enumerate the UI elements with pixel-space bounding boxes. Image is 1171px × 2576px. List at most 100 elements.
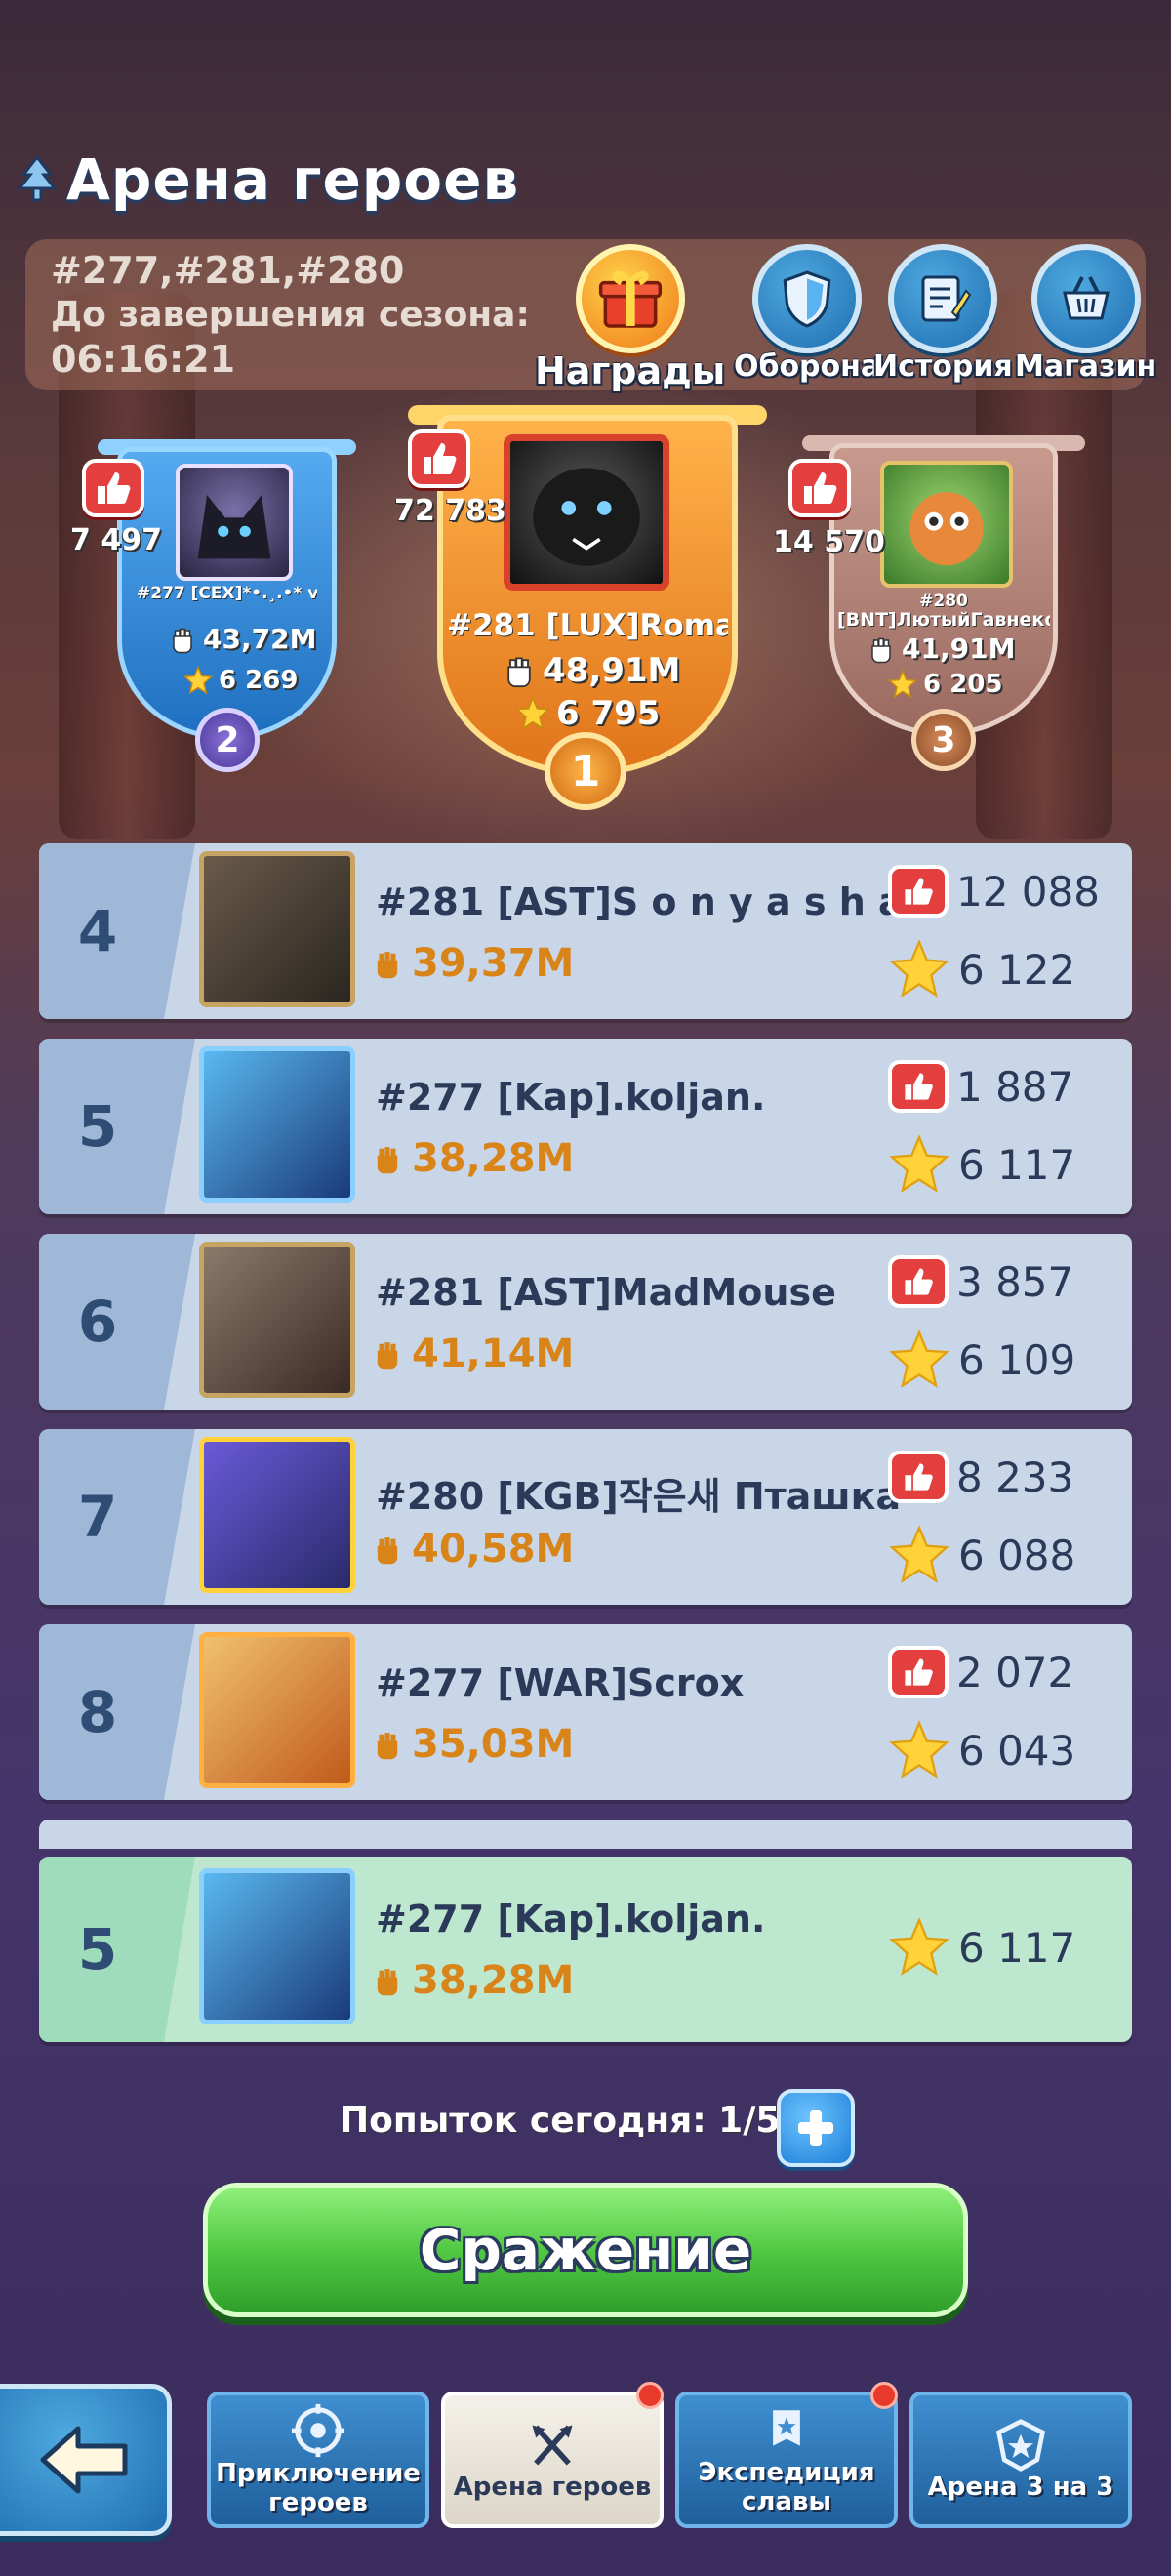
player-power: 39,37M: [371, 941, 574, 986]
thumbs-up-icon[interactable]: [888, 865, 949, 918]
player-name: #280 [KGB]작은새 Пташка: [376, 1475, 902, 1518]
like-button[interactable]: [408, 429, 470, 488]
star-icon: [183, 666, 213, 695]
attempts-label: Попыток сегодня: 1/5: [340, 2101, 781, 2141]
compass-icon: [291, 2403, 345, 2458]
table-row[interactable]: 4 #281 [AST]S o n y a s h a 39,37M 12 08…: [39, 843, 1132, 1019]
thumbs-up-icon[interactable]: [888, 1255, 949, 1308]
rating-group: 6 117: [888, 1134, 1075, 1195]
player-avatar: [880, 461, 1013, 588]
like-count: 8 233: [956, 1452, 1074, 1501]
rank-number: 5: [77, 1916, 118, 1983]
player-avatar: [176, 464, 293, 581]
player-power: 38,28M: [371, 1136, 574, 1181]
thumbs-up-icon[interactable]: [888, 1060, 949, 1113]
like-count: 72 783: [394, 494, 506, 528]
player-name: #281 [AST]S o n y a s h a: [376, 880, 904, 923]
server-list: #277,#281,#280: [51, 249, 405, 292]
rewards-button[interactable]: Награды: [535, 244, 725, 392]
player-avatar: [199, 1046, 355, 1203]
shop-label: Магазин: [1015, 349, 1157, 384]
player-power: 40,58M: [371, 1527, 574, 1572]
rating-value: 6 117: [958, 1140, 1076, 1189]
rank-number: 5: [77, 1093, 118, 1160]
player-rating: 6 269: [183, 666, 298, 695]
fist-icon: [377, 1733, 398, 1760]
table-row[interactable]: 6 #281 [AST]MadMouse 41,14M 3 857 6 109: [39, 1234, 1132, 1410]
thumbs-up-icon: [424, 443, 457, 474]
player-power: 48,91M: [502, 651, 680, 690]
fight-label: Сражение: [419, 2217, 752, 2283]
rank-number: 7: [77, 1484, 118, 1550]
player-avatar: [199, 1242, 355, 1398]
player-name: #281 [LUX]Roma: [447, 608, 728, 643]
star-icon: [889, 1917, 949, 1976]
like-count: 12 088: [956, 867, 1100, 916]
player-name: #277 [Kap].koljan.: [376, 1898, 766, 1941]
notification-dot: [870, 2382, 898, 2409]
rank-number: 4: [77, 898, 118, 964]
player-avatar: [504, 434, 669, 591]
rating-value: 6 117: [958, 1923, 1076, 1972]
star-icon: [889, 1134, 949, 1193]
like-button[interactable]: [82, 459, 144, 517]
gift-icon: [575, 244, 685, 353]
fist-icon: [377, 952, 398, 979]
fist-icon: [377, 1969, 398, 1996]
player-rating: 6 795: [515, 694, 660, 733]
like-count: 1 887: [956, 1062, 1074, 1111]
defense-label: Оборона: [734, 349, 881, 384]
history-button[interactable]: История: [873, 244, 1013, 384]
table-row[interactable]: 7 #280 [KGB]작은새 Пташка 40,58M 8 233 6 08…: [39, 1429, 1132, 1605]
table-row[interactable]: 8 #277 [WAR]Scrox 35,03M 2 072 6 043: [39, 1624, 1132, 1800]
player-power: 43,72M: [168, 623, 316, 655]
defense-button[interactable]: Оборона: [734, 244, 880, 384]
like-button[interactable]: [788, 459, 851, 517]
rewards-label: Награды: [535, 349, 726, 392]
rank-medal: 2: [195, 708, 260, 772]
basket-icon: [1030, 244, 1141, 353]
player-name: #277 [CEX]*•.¸.•* vTaNKe: [137, 584, 317, 603]
season-label: До завершения сезона:: [51, 295, 530, 335]
tab-hero-arena[interactable]: Арена героев: [441, 2392, 664, 2528]
thumbs-up-icon[interactable]: [888, 1451, 949, 1503]
like-count: 14 570: [773, 525, 885, 559]
thumbs-up-icon: [98, 472, 131, 504]
plus-icon: [798, 2110, 833, 2146]
fight-button[interactable]: Сражение: [203, 2183, 968, 2317]
emblem-icon: [995, 2419, 1046, 2472]
table-row[interactable]: 5 #277 [Kap].koljan. 38,28M 1 887 6 117: [39, 1039, 1132, 1214]
add-attempts-button[interactable]: [777, 2089, 855, 2167]
player-power: 35,03M: [371, 1722, 574, 1767]
thumbs-up-icon[interactable]: [888, 1646, 949, 1698]
like-group[interactable]: 1 887: [888, 1060, 1073, 1113]
rating-value: 6 109: [958, 1335, 1076, 1384]
arrow-left-icon: [40, 2426, 127, 2494]
player-avatar: [199, 1632, 355, 1788]
shop-button[interactable]: Магазин: [1015, 244, 1156, 384]
rating-value: 6 122: [958, 945, 1076, 994]
rank-medal: 1: [545, 732, 626, 810]
tab-hero-adventure[interactable]: Приключение героев: [207, 2392, 429, 2528]
fist-icon: [377, 1342, 398, 1370]
like-count: 2 072: [956, 1648, 1074, 1697]
tab-glory-expedition[interactable]: Экспедиция славы: [675, 2392, 898, 2528]
fist-icon: [871, 637, 891, 663]
player-avatar: [199, 1437, 355, 1593]
history-icon: [888, 244, 998, 353]
thumbs-up-icon: [804, 472, 837, 504]
like-group[interactable]: 8 233: [888, 1451, 1073, 1503]
tab-arena-3v3[interactable]: Арена 3 на 3: [909, 2392, 1132, 2528]
like-group[interactable]: 2 072: [888, 1646, 1073, 1698]
fist-icon: [377, 1147, 398, 1174]
like-group[interactable]: 12 088: [888, 865, 1100, 918]
rank-number: 6: [77, 1288, 118, 1355]
like-group[interactable]: 3 857: [888, 1255, 1073, 1308]
back-button[interactable]: [0, 2384, 172, 2536]
player-name: #281 [AST]MadMouse: [376, 1271, 836, 1314]
star-icon: [889, 1720, 949, 1779]
player-power: 41,91M: [867, 633, 1015, 665]
rating-group: 6 109: [888, 1329, 1075, 1390]
my-rank-row[interactable]: 5 #277 [Kap].koljan. 38,28M 6 117: [39, 1857, 1132, 2042]
rating-group: 6 117: [888, 1917, 1075, 1978]
